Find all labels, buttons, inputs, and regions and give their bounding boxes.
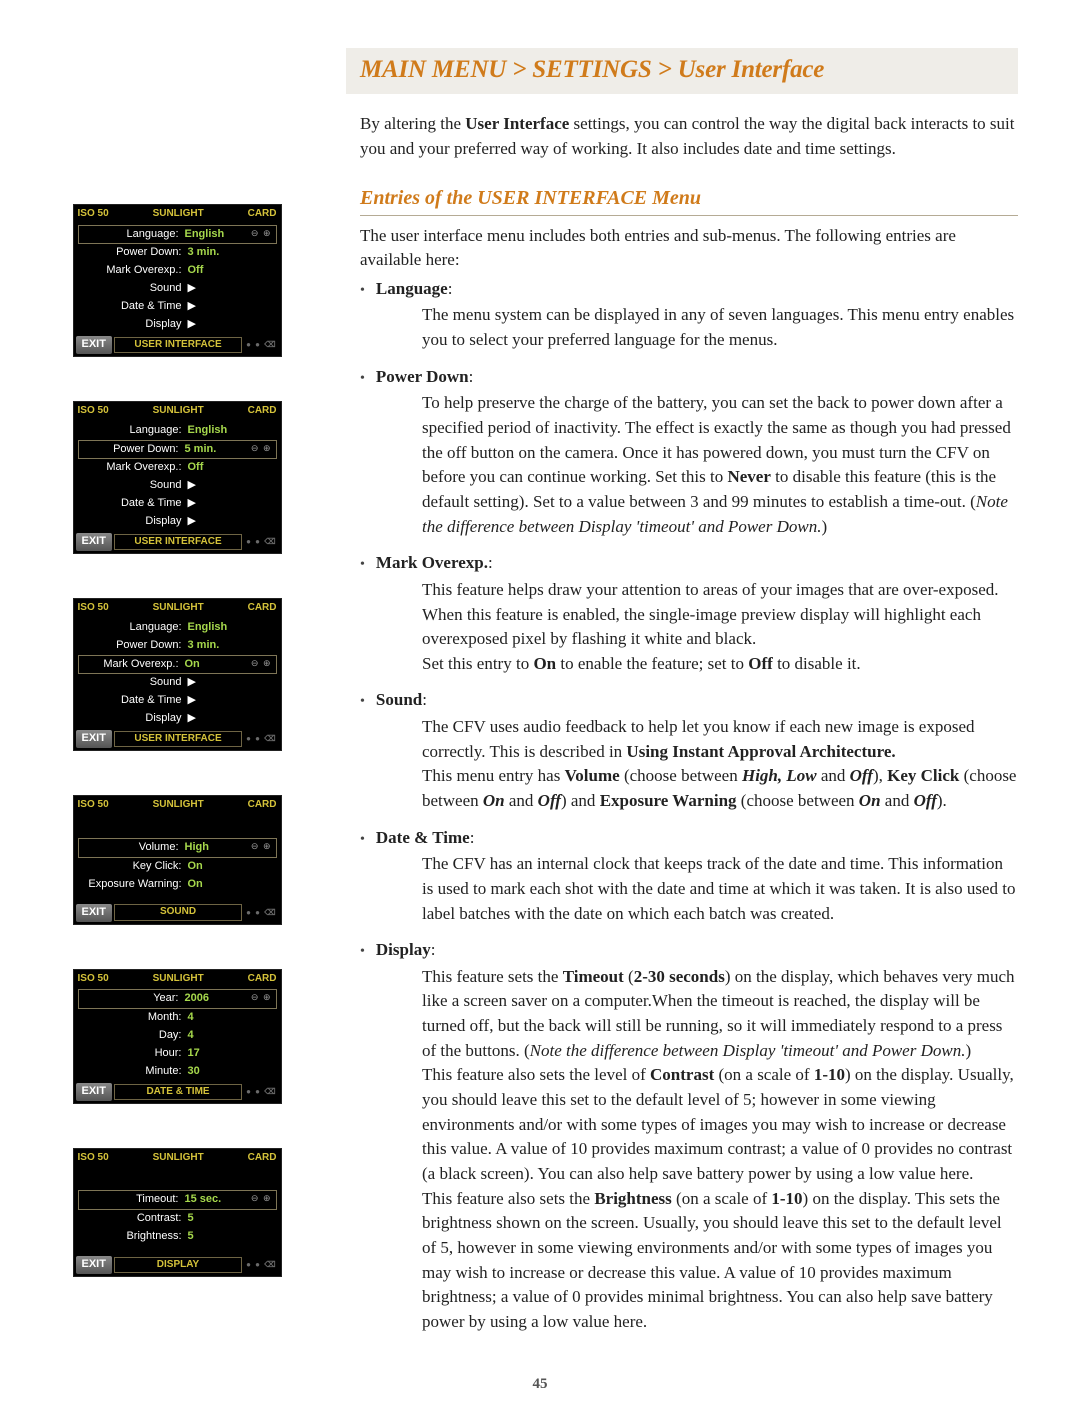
entries-list: • Language:The menu system can be displa… xyxy=(360,277,1018,1335)
camera-screen: ISO 50SUNLIGHTCARDVolume:High⊖ ⊕Key Clic… xyxy=(74,796,281,923)
status-icons: ● ● ⌫ xyxy=(244,1086,278,1098)
exit-button[interactable]: EXIT xyxy=(76,730,112,748)
status-icons: ● ● ⌫ xyxy=(244,339,278,351)
entry-label: • Date & Time: xyxy=(360,826,1018,851)
entry-label: • Language: xyxy=(360,277,1018,302)
entry-label: • Display: xyxy=(360,938,1018,963)
screen-title: DISPLAY xyxy=(114,1257,242,1274)
intro-paragraph: By altering the User Interface settings,… xyxy=(360,112,1018,161)
menu-row: Date & Time▶ xyxy=(74,298,281,316)
entry-label: • Mark Overexp.: xyxy=(360,551,1018,576)
menu-row: Minute:30 xyxy=(74,1063,281,1081)
status-icons: ● ● ⌫ xyxy=(244,1259,278,1271)
menu-row: Power Down:5 min.⊖ ⊕ xyxy=(78,440,277,460)
menu-row: Mark Overexp.:Off xyxy=(74,459,281,477)
breadcrumb-text: MAIN MENU > SETTINGS > User Interface xyxy=(360,56,824,83)
menu-row: Brightness:5 xyxy=(74,1228,281,1246)
section-intro: The user interface menu includes both en… xyxy=(360,224,1018,273)
menu-row: Key Click:On xyxy=(74,858,281,876)
entry-description: The menu system can be displayed in any … xyxy=(422,303,1018,352)
exit-button[interactable]: EXIT xyxy=(76,533,112,551)
entry-description: The CFV has an internal clock that keeps… xyxy=(422,852,1018,926)
menu-row: Hour:17 xyxy=(74,1045,281,1063)
menu-row: Exposure Warning:On xyxy=(74,876,281,894)
menu-row: Sound▶ xyxy=(74,477,281,495)
screen-title: USER INTERFACE xyxy=(114,534,242,551)
menu-row: Date & Time▶ xyxy=(74,495,281,513)
exit-button[interactable]: EXIT xyxy=(76,1083,112,1101)
section-heading: Entries of the USER INTERFACE Menu xyxy=(360,184,1018,216)
status-icons: ● ● ⌫ xyxy=(244,536,278,548)
menu-row: Date & Time▶ xyxy=(74,692,281,710)
menu-row: Language:English xyxy=(74,422,281,440)
status-icons: ● ● ⌫ xyxy=(244,733,278,745)
menu-row: Power Down:3 min. xyxy=(74,637,281,655)
camera-screen: ISO 50SUNLIGHTCARDLanguage:English⊖ ⊕Pow… xyxy=(74,205,281,356)
camera-screen: ISO 50SUNLIGHTCARDLanguage:EnglishPower … xyxy=(74,402,281,553)
menu-row: Volume:High⊖ ⊕ xyxy=(78,838,277,858)
entry-label: • Power Down: xyxy=(360,365,1018,390)
menu-row: Language:English xyxy=(74,619,281,637)
camera-screen: ISO 50SUNLIGHTCARDTimeout:15 sec.⊖ ⊕Cont… xyxy=(74,1149,281,1276)
menu-row: Display▶ xyxy=(74,513,281,531)
menu-row: Day:4 xyxy=(74,1027,281,1045)
menu-row: Timeout:15 sec.⊖ ⊕ xyxy=(78,1190,277,1210)
menu-row: Year:2006⊖ ⊕ xyxy=(78,989,277,1009)
entry-description: To help preserve the charge of the batte… xyxy=(422,391,1018,539)
entry-description: The CFV uses audio feedback to help let … xyxy=(422,715,1018,814)
menu-row: Language:English⊖ ⊕ xyxy=(78,225,277,245)
exit-button[interactable]: EXIT xyxy=(76,1256,112,1274)
menu-row: Sound▶ xyxy=(74,674,281,692)
breadcrumb: MAIN MENU > SETTINGS > User Interface xyxy=(346,48,1018,94)
menu-row: Mark Overexp.:Off xyxy=(74,262,281,280)
exit-button[interactable]: EXIT xyxy=(76,336,112,354)
menu-row: Power Down:3 min. xyxy=(74,244,281,262)
entry-description: This feature sets the Timeout (2-30 seco… xyxy=(422,965,1018,1335)
screen-title: DATE & TIME xyxy=(114,1084,242,1101)
menu-row: Contrast:5 xyxy=(74,1210,281,1228)
screen-title: USER INTERFACE xyxy=(114,731,242,748)
screen-title: USER INTERFACE xyxy=(114,337,242,354)
screenshot-column: ISO 50SUNLIGHTCARDLanguage:English⊖ ⊕Pow… xyxy=(62,205,292,1322)
entry-description: This feature helps draw your attention t… xyxy=(422,578,1018,677)
exit-button[interactable]: EXIT xyxy=(76,904,112,922)
screen-title: SOUND xyxy=(114,904,242,921)
menu-row: Display▶ xyxy=(74,316,281,334)
menu-row: Display▶ xyxy=(74,710,281,728)
menu-row: Sound▶ xyxy=(74,280,281,298)
camera-screen: ISO 50SUNLIGHTCARDYear:2006⊖ ⊕Month:4Day… xyxy=(74,970,281,1103)
status-icons: ● ● ⌫ xyxy=(244,907,278,919)
menu-row: Month:4 xyxy=(74,1009,281,1027)
entry-label: • Sound: xyxy=(360,688,1018,713)
camera-screen: ISO 50SUNLIGHTCARDLanguage:EnglishPower … xyxy=(74,599,281,750)
menu-row: Mark Overexp.:On⊖ ⊕ xyxy=(78,655,277,675)
